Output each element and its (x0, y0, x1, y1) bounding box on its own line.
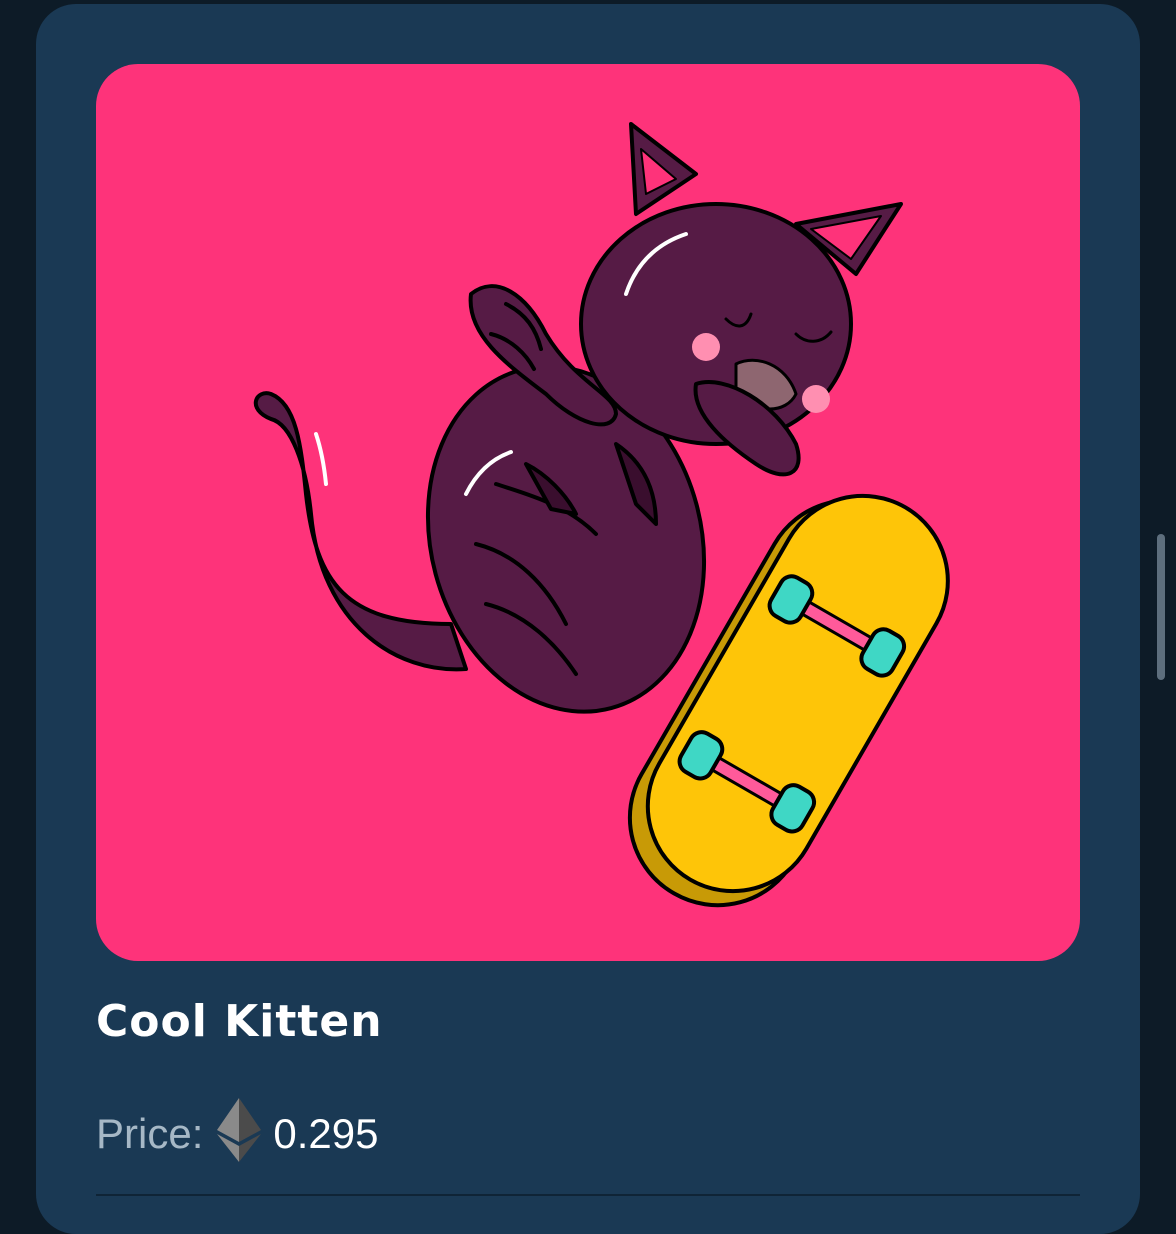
divider (96, 1194, 1080, 1196)
scrollbar[interactable] (1157, 534, 1165, 680)
ethereum-icon (217, 1098, 262, 1169)
nft-title: Cool Kitten (96, 996, 383, 1047)
cat-skateboard-artwork (253, 122, 950, 908)
nft-artwork[interactable] (96, 64, 1080, 961)
price-value: 0.295 (273, 1109, 379, 1157)
price-label: Price: (96, 1109, 204, 1157)
price-row: Price: 0.295 (96, 1098, 378, 1169)
